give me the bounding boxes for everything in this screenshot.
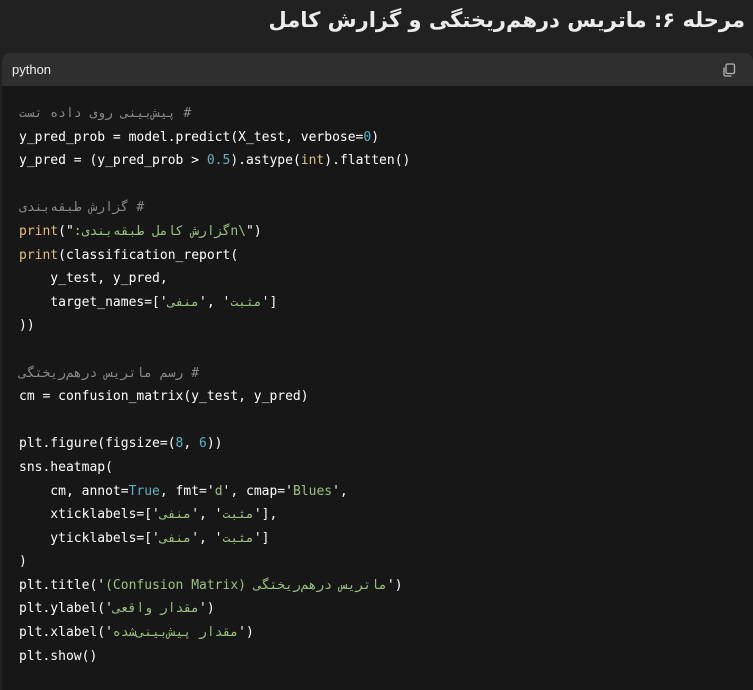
code-line: plt.title('ماتریس درهم‌ریختگی (Confusion… (19, 574, 753, 598)
code-text: y_pred = (y_pred_prob > (19, 153, 207, 169)
code-constant: True (128, 483, 160, 499)
code-text: '] (261, 294, 278, 310)
code-text: ', ' (191, 530, 223, 546)
code-text: )) (19, 318, 35, 334)
code-number: 6 (199, 436, 207, 452)
code-text: ', ' (191, 507, 223, 523)
code-line: cm = confusion_matrix(y_test, y_pred) (19, 385, 753, 409)
code-text: (classification_report( (58, 247, 239, 263)
code-text: , fmt=' (159, 483, 215, 499)
code-text: ") (246, 223, 262, 239)
code-line: # گزارش طبقه‌بندی (19, 196, 753, 220)
code-line: yticklabels=['منفی', 'مثبت'] (19, 527, 753, 551)
code-text: cm = confusion_matrix(y_test, y_pred) (19, 389, 309, 405)
code-text: sns.heatmap( (19, 459, 113, 475)
code-text: plt.show() (19, 648, 98, 664)
code-string: مقدار واقعی (112, 601, 200, 617)
code-text: plt.title(' (19, 577, 106, 593)
code-text: '], (253, 507, 278, 523)
code-text: plt.ylabel(' (19, 601, 113, 617)
code-block: python # پیش‌بینی روی داده تست y_pred_pr… (2, 53, 753, 690)
code-line: plt.ylabel('مقدار واقعی') (19, 597, 753, 621)
code-string: d (214, 483, 223, 499)
code-line: plt.figure(figsize=(8, 6)) (19, 432, 753, 456)
code-builtin: print (19, 223, 59, 239)
code-number: 0.5 (206, 153, 231, 169)
code-text: ') (199, 601, 215, 617)
code-line: plt.show() (19, 645, 753, 669)
code-text: ', cmap=' (222, 483, 293, 499)
code-line: y_pred = (y_pred_prob > 0.5).astype(int)… (19, 149, 753, 173)
code-text: (" (58, 223, 74, 239)
code-header: python (2, 53, 753, 86)
code-line: y_test, y_pred, (19, 267, 753, 291)
code-comment: # گزارش طبقه‌بندی (19, 200, 145, 216)
code-line: # رسم ماتریس درهم‌ریختگی (19, 362, 753, 386)
code-text: plt.figure(figsize=( (19, 436, 176, 452)
page-heading: مرحله ۶: ماتریس درهم‌ریختگی و گزارش کامل (268, 8, 746, 32)
code-text: y_test, y_pred, (19, 271, 168, 287)
code-string: مقدار پیش‌بینی‌شده (112, 625, 239, 641)
code-line: # پیش‌بینی روی داده تست (19, 102, 753, 126)
code-text: yticklabels=[' (19, 530, 160, 546)
code-text: ', ' (199, 294, 231, 310)
code-text: ) (371, 129, 380, 145)
code-string: Blues (292, 483, 333, 499)
code-text: '] (253, 530, 270, 546)
code-line: print("\nگزارش کامل طبقه‌بندی:") (19, 220, 753, 244)
code-string: \nگزارش کامل طبقه‌بندی: (73, 223, 246, 239)
code-builtin: print (19, 247, 59, 263)
code-line: target_names=['منفی', 'مثبت'] (19, 291, 753, 315)
code-builtin: int (300, 153, 325, 169)
code-string: مثبت (222, 530, 254, 546)
code-language-label: python (12, 62, 52, 77)
code-text: y_pred_prob = model.predict(X_test, verb… (19, 129, 364, 145)
code-line: ) (19, 550, 753, 574)
code-text: , (183, 436, 200, 452)
code-text: ) (19, 554, 27, 570)
code-line: cm, annot=True, fmt='d', cmap='Blues', (19, 480, 753, 504)
code-text: cm, annot= (19, 483, 129, 499)
code-line: xticklabels=['منفی', 'مثبت'], (19, 503, 753, 527)
code-string: منفی (167, 294, 200, 310)
code-text: ') (238, 625, 254, 641)
code-text: target_names=[' (19, 294, 168, 310)
code-content: # پیش‌بینی روی داده تست y_pred_prob = mo… (2, 86, 753, 668)
code-string: منفی (159, 530, 192, 546)
code-line: sns.heatmap( (19, 456, 753, 480)
code-line: )) (19, 314, 753, 338)
code-text: ') (386, 577, 403, 593)
code-string: ماتریس درهم‌ریختگی (Confusion Matrix) (105, 577, 387, 593)
code-line: y_pred_prob = model.predict(X_test, verb… (19, 126, 753, 150)
code-text: ).astype( (230, 153, 301, 169)
code-text: ).flatten() (324, 153, 411, 169)
code-string: منفی (159, 507, 192, 523)
copy-button[interactable] (718, 59, 740, 81)
code-line: plt.xlabel('مقدار پیش‌بینی‌شده') (19, 621, 753, 645)
code-line: print(classification_report( (19, 244, 753, 268)
code-comment: # پیش‌بینی روی داده تست (19, 106, 192, 121)
code-comment: # رسم ماتریس درهم‌ریختگی (19, 365, 200, 381)
code-text: plt.xlabel(' (19, 625, 113, 641)
code-text: )) (206, 436, 223, 452)
copy-icon (723, 62, 736, 77)
code-text: xticklabels=[' (19, 507, 160, 523)
code-string: مثبت (222, 507, 254, 523)
code-text: ', (332, 483, 348, 499)
code-string: مثبت (230, 294, 262, 310)
